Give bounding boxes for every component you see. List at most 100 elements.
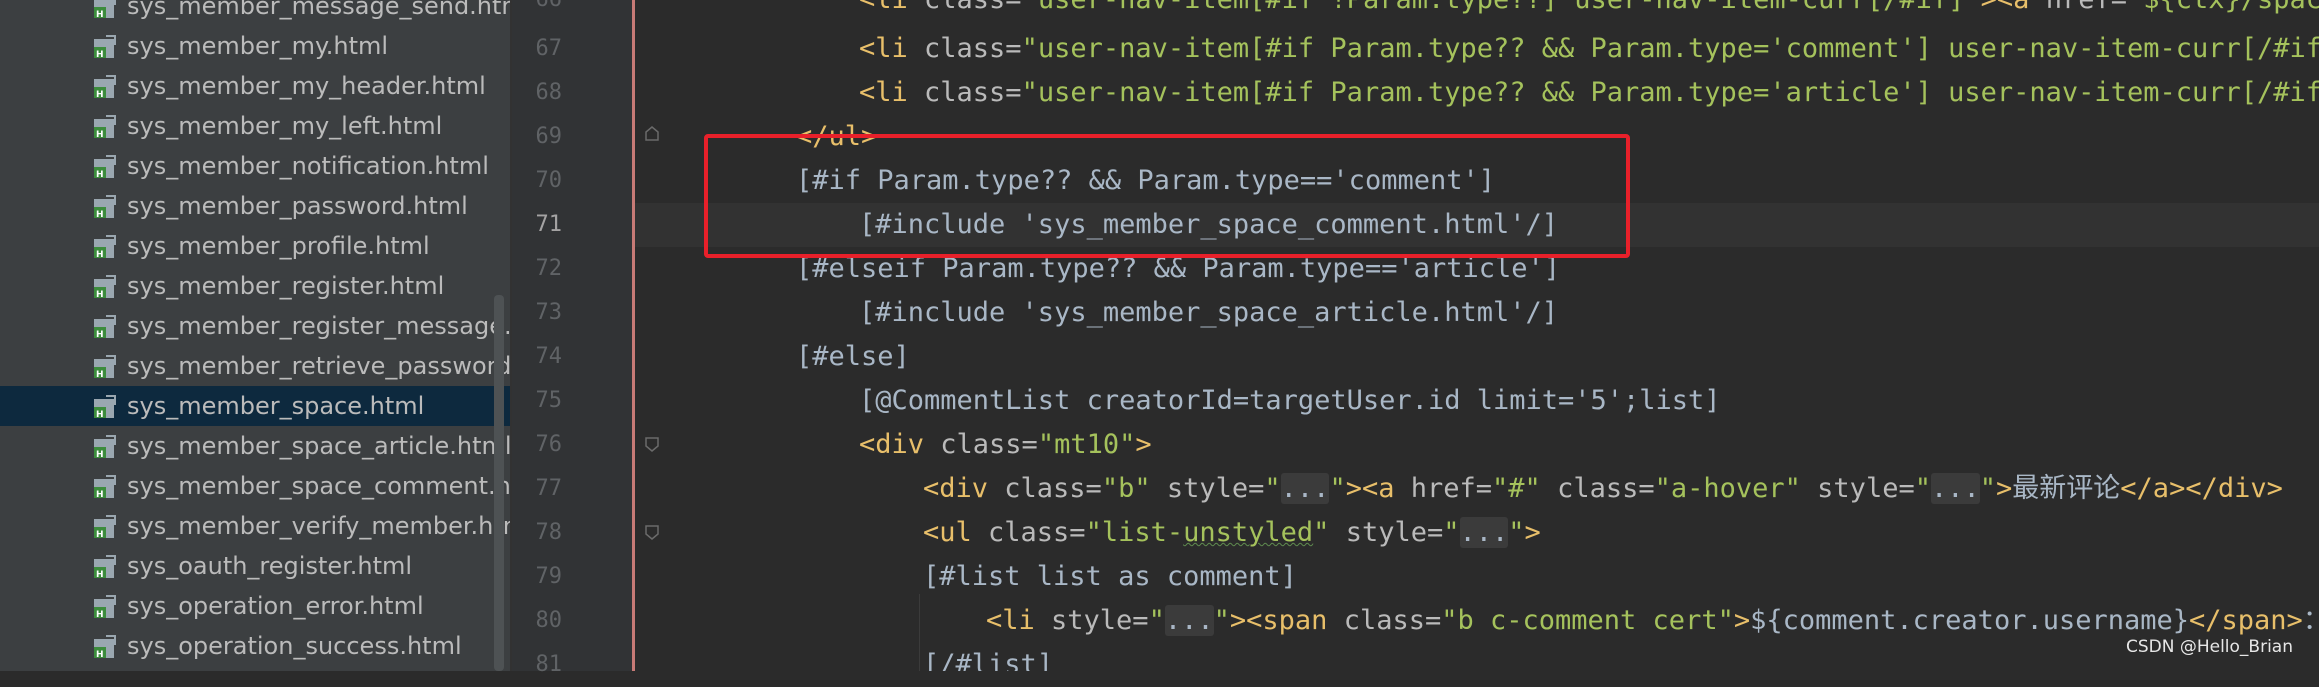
code-line-80: <li style="..."><span class="b c-comment… (986, 605, 2319, 636)
tree-item-label: sys_member_register_message.ht (127, 312, 510, 340)
project-tree: Hsys_member_message_send.html Hsys_member… (0, 0, 510, 671)
code-line-68: <li class="user-nav-item[#if Param.type?… (859, 77, 2319, 108)
html-file-icon: H (94, 35, 116, 59)
html-file-icon: H (94, 635, 116, 659)
tree-item-label: sys_member_notification.html (127, 152, 489, 180)
tree-item-label: sys_member_space_article.html (127, 432, 510, 460)
tree-item-label: sys_member_my.html (127, 32, 389, 60)
svg-text:H: H (96, 650, 104, 659)
watermark: CSDN @Hello_Brian (2125, 637, 2293, 657)
html-file-icon: H (94, 235, 116, 259)
tree-item[interactable]: Hsys_member_my_left.html (0, 106, 510, 146)
code-line-77: <div class="b" style="..."><a href="#" c… (923, 473, 2283, 504)
svg-text:H: H (96, 170, 104, 179)
code-line-76: <div class="mt10"> (859, 429, 1152, 460)
code-line-74: [#else] (796, 341, 910, 372)
current-line-number: 71 (535, 212, 563, 237)
svg-text:H: H (96, 290, 104, 299)
svg-text:H: H (96, 570, 104, 579)
html-file-icon: H (94, 0, 116, 19)
line-number: 76 (535, 432, 563, 457)
tree-item-label: sys_member_space.html (127, 392, 425, 420)
tree-item-label: sys_member_retrieve_password.h (127, 352, 510, 380)
html-file-icon: H (94, 355, 116, 379)
code-line-79: [#list list as comment] (923, 561, 1297, 592)
svg-text:H: H (96, 610, 104, 619)
tree-item[interactable]: Hsys_member_space_comment.htm (0, 466, 510, 506)
line-number: 70 (535, 168, 563, 193)
code-line-73: [#include 'sys_member_space_article.html… (859, 297, 1558, 328)
code-line-66: <li class="user-nav-item[#if !Param.type… (859, 0, 2319, 22)
tree-item[interactable]: Hsys_member_my.html (0, 26, 510, 66)
tree-item[interactable]: Hsys_member_verify_member.html (0, 506, 510, 546)
svg-text:H: H (96, 530, 104, 539)
html-file-icon: H (94, 595, 116, 619)
html-file-icon: H (94, 555, 116, 579)
svg-text:H: H (96, 50, 104, 59)
line-number: 81 (535, 652, 563, 677)
tree-item-label: sys_operation_error.html (127, 592, 424, 620)
code-line-78: <ul class="list-unstyled" style="..."> (923, 517, 1541, 548)
html-file-icon: H (94, 435, 116, 459)
svg-text:H: H (96, 370, 104, 379)
html-file-icon: H (94, 155, 116, 179)
tree-item[interactable]: Hsys_member_retrieve_password.h (0, 346, 510, 386)
tree-item[interactable]: Hsys_operation_success.html (0, 626, 510, 666)
tree-item-label: sys_oauth_register.html (127, 552, 413, 580)
tree-item-label: sys_member_profile.html (127, 232, 430, 260)
svg-text:H: H (96, 130, 104, 139)
line-number: 79 (535, 564, 563, 589)
line-number: 67 (535, 36, 563, 61)
code-line-67: <li class="user-nav-item[#if Param.type?… (859, 33, 2319, 64)
svg-text:H: H (96, 450, 104, 459)
tree-item[interactable]: Hsys_member_register_message.ht (0, 306, 510, 346)
tree-item[interactable]: Hsys_operation_error.html (0, 586, 510, 626)
tree-item[interactable]: Hsys_member_space_article.html (0, 426, 510, 466)
svg-text:H: H (96, 10, 104, 19)
line-number: 66 (512, 0, 563, 22)
tree-item[interactable]: Hsys_member_my_header.html (0, 66, 510, 106)
line-number: 69 (535, 124, 563, 149)
svg-text:H: H (96, 210, 104, 219)
folded-style-chip[interactable]: ... (1280, 473, 1330, 504)
typo-underline: unstyled (1183, 517, 1314, 548)
line-number-gutter: 66 67 68 69 70 71 72 73 74 75 76 77 78 7… (512, 0, 632, 677)
tree-item-label: sys_member_register.html (127, 272, 445, 300)
tree-item-label: sys_member_my_left.html (127, 112, 443, 140)
line-number: 80 (535, 608, 563, 633)
svg-text:H: H (96, 90, 104, 99)
svg-text:H: H (96, 250, 104, 259)
html-file-icon: H (94, 195, 116, 219)
tree-item[interactable]: Hsys_member_password.html (0, 186, 510, 226)
tree-item-label: sys_member_verify_member.html (127, 512, 510, 540)
line-number: 73 (535, 300, 563, 325)
tree-scrollbar[interactable] (494, 295, 504, 671)
tree-item[interactable]: Hsys_oauth_register.html (0, 546, 510, 586)
tree-item-label: sys_member_my_header.html (127, 72, 486, 100)
line-number: 74 (535, 344, 563, 369)
html-file-icon: H (94, 75, 116, 99)
folded-style-chip[interactable]: ... (1930, 473, 1980, 504)
tree-item-label: sys_member_space_comment.htm (127, 472, 510, 500)
line-number: 72 (535, 256, 563, 281)
line-number: 75 (535, 388, 563, 413)
folded-style-chip[interactable]: ... (1164, 605, 1214, 636)
line-number: 68 (535, 80, 563, 105)
svg-text:H: H (96, 410, 104, 419)
line-number: 78 (535, 520, 563, 545)
tree-item-label: sys_member_message_send.html (127, 0, 510, 20)
folded-style-chip[interactable]: ... (1459, 517, 1509, 548)
html-file-icon: H (94, 475, 116, 499)
tree-item[interactable]: Hsys_member_profile.html (0, 226, 510, 266)
tree-item[interactable]: Hsys_member_message_send.html (0, 0, 510, 26)
svg-text:H: H (96, 330, 104, 339)
html-file-icon: H (94, 395, 116, 419)
tree-item[interactable]: Hsys_member_notification.html (0, 146, 510, 186)
line-number: 77 (535, 476, 563, 501)
html-file-icon: H (94, 515, 116, 539)
tree-item-selected[interactable]: Hsys_member_space.html (0, 386, 510, 426)
code-editor[interactable]: <li class="user-nav-item[#if !Param.type… (635, 0, 2319, 671)
tree-item-label: sys_operation_success.html (127, 632, 462, 660)
tree-item[interactable]: Hsys_member_register.html (0, 266, 510, 306)
html-file-icon: H (94, 115, 116, 139)
